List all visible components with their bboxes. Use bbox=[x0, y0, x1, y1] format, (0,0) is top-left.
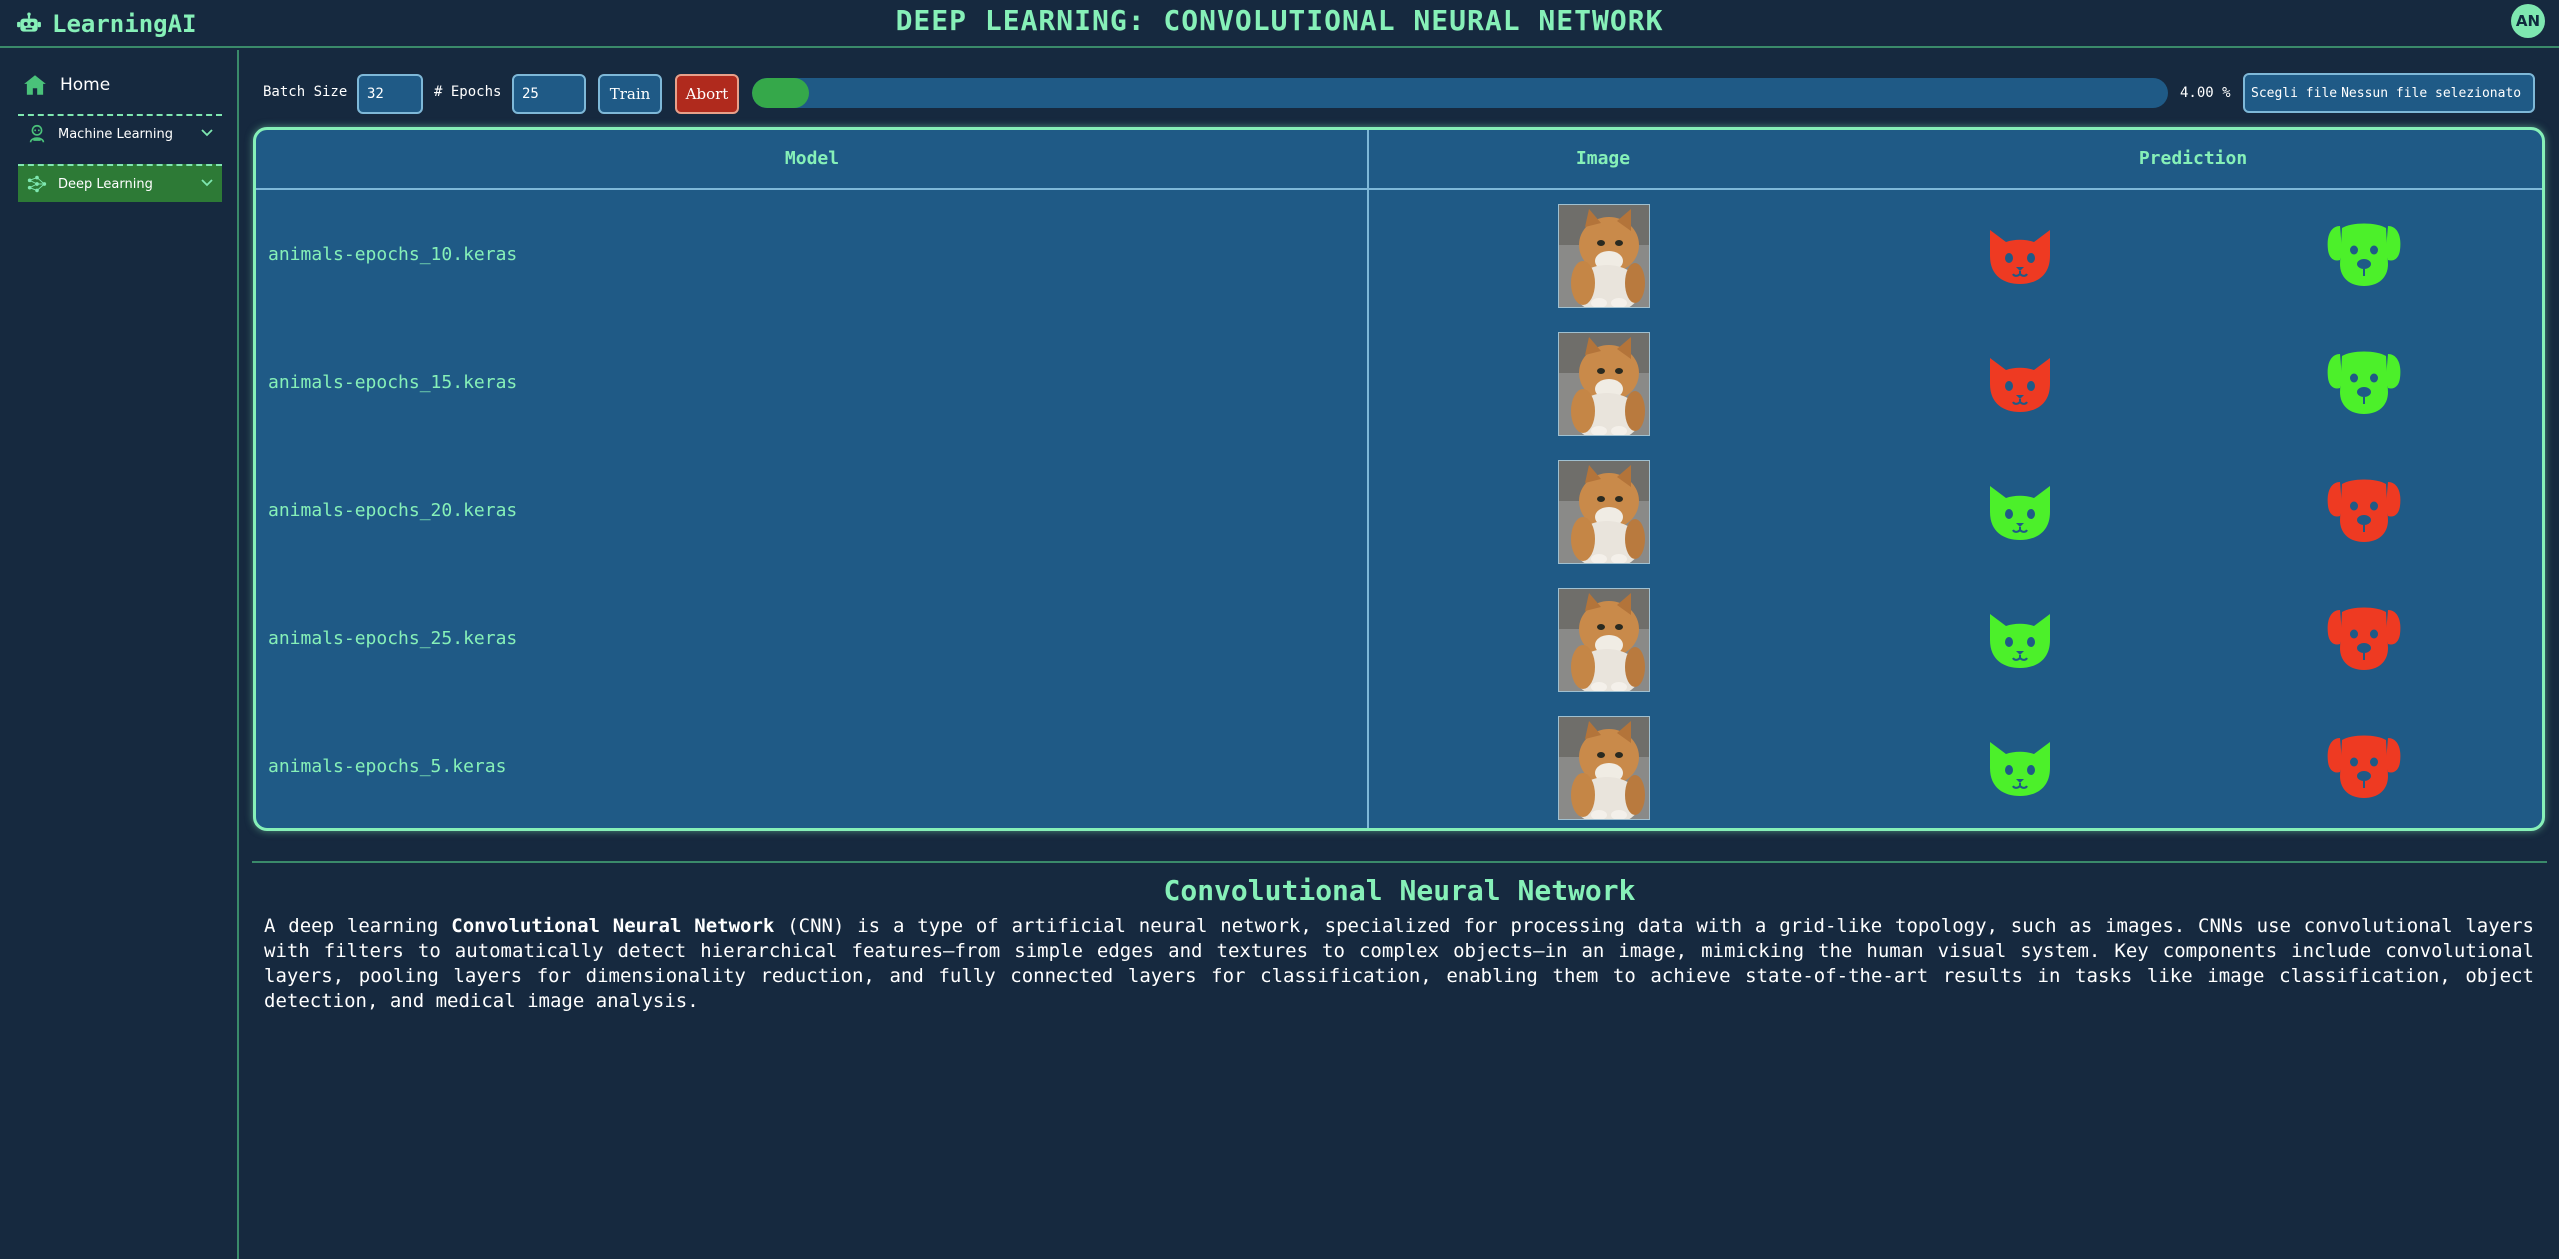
file-input[interactable]: Scegli file Nessun file selezionato bbox=[2243, 73, 2535, 113]
chevron-down-icon[interactable] bbox=[200, 126, 214, 140]
dog-icon bbox=[2326, 604, 2402, 672]
dog-icon bbox=[2326, 220, 2402, 288]
abort-button[interactable]: Abort bbox=[675, 74, 739, 114]
table-header: Model Image Prediction bbox=[256, 130, 2542, 190]
batch-size-input[interactable] bbox=[357, 74, 423, 114]
kitten-image bbox=[1558, 460, 1650, 564]
file-status: Nessun file selezionato bbox=[2341, 85, 2522, 101]
robot-head-icon bbox=[29, 124, 45, 143]
choose-file-button[interactable]: Scegli file bbox=[2251, 86, 2337, 101]
network-icon bbox=[27, 175, 47, 193]
table-row: animals-epochs_15.keras bbox=[256, 322, 2542, 450]
sidebar-item-label: Home bbox=[60, 75, 111, 95]
model-name: animals-epochs_10.keras bbox=[268, 244, 518, 265]
cat-icon bbox=[1984, 738, 2056, 798]
dog-icon bbox=[2326, 476, 2402, 544]
cat-icon bbox=[1984, 354, 2056, 414]
sidebar-item-home[interactable]: Home bbox=[22, 70, 110, 100]
table-row: animals-epochs_5.keras bbox=[256, 706, 2542, 828]
page-title: DEEP LEARNING: CONVOLUTIONAL NEURAL NETW… bbox=[895, 4, 1664, 37]
section-divider bbox=[252, 861, 2547, 863]
sidebar-item-machine-learning[interactable]: Machine Learning bbox=[18, 114, 222, 152]
epochs-label: # Epochs bbox=[434, 84, 502, 100]
progress-fill bbox=[752, 78, 809, 108]
table-row: animals-epochs_10.keras bbox=[256, 194, 2542, 322]
chevron-down-icon[interactable] bbox=[200, 176, 214, 190]
training-progress-bar bbox=[752, 78, 2168, 108]
sidebar-item-label: Machine Learning bbox=[58, 126, 173, 142]
top-bar: LearningAI DEEP LEARNING: CONVOLUTIONAL … bbox=[0, 0, 2559, 48]
dog-icon bbox=[2326, 348, 2402, 416]
cat-icon bbox=[1984, 226, 2056, 286]
column-header-image: Image bbox=[1575, 148, 1631, 169]
cat-icon bbox=[1984, 610, 2056, 670]
cat-icon bbox=[1984, 482, 2056, 542]
home-icon bbox=[24, 75, 46, 95]
sidebar-item-label: Deep Learning bbox=[58, 176, 153, 192]
model-name: animals-epochs_20.keras bbox=[268, 500, 518, 521]
epochs-input[interactable] bbox=[512, 74, 586, 114]
kitten-image bbox=[1558, 204, 1650, 308]
description-title: Convolutional Neural Network bbox=[1163, 874, 1636, 907]
column-header-model: Model bbox=[784, 148, 840, 169]
sidebar: Home Machine Learning Deep Learning bbox=[0, 50, 239, 1259]
description-text: A deep learning Convolutional Neural Net… bbox=[264, 914, 2534, 1014]
table-row: animals-epochs_25.keras bbox=[256, 578, 2542, 706]
model-name: animals-epochs_25.keras bbox=[268, 628, 518, 649]
train-button[interactable]: Train bbox=[598, 74, 662, 114]
column-header-prediction: Prediction bbox=[2138, 148, 2248, 169]
sidebar-item-deep-learning[interactable]: Deep Learning bbox=[18, 164, 222, 202]
table-row: animals-epochs_20.keras bbox=[256, 450, 2542, 578]
kitten-image bbox=[1558, 588, 1650, 692]
results-table: Model Image Prediction animals-epochs_10… bbox=[253, 127, 2545, 831]
batch-size-label: Batch Size bbox=[263, 84, 348, 100]
description-bold: Convolutional Neural Network bbox=[451, 915, 775, 937]
avatar[interactable]: AN bbox=[2511, 4, 2545, 38]
kitten-image bbox=[1558, 716, 1650, 820]
model-name: animals-epochs_5.keras bbox=[268, 756, 507, 777]
description-intro: A deep learning bbox=[264, 915, 452, 937]
dog-icon bbox=[2326, 732, 2402, 800]
model-name: animals-epochs_15.keras bbox=[268, 372, 518, 393]
progress-text: 4.00 % bbox=[2180, 85, 2231, 101]
kitten-image bbox=[1558, 332, 1650, 436]
